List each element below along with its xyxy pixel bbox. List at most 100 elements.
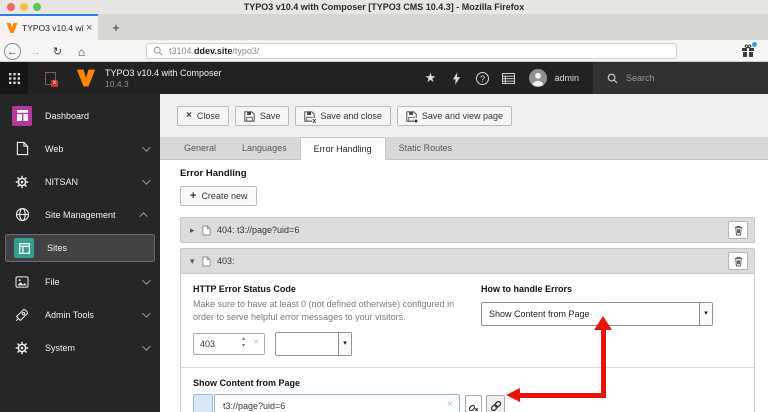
trash-icon: [734, 225, 742, 235]
typo3-topbar: x TYPO3 v10.4 with Composer 10.4.3 ★ ? a…: [0, 62, 768, 94]
question-glyph: ?: [475, 71, 489, 85]
module-content: × Close Save x Save and close ● Save and…: [160, 94, 768, 412]
sidebar-item-label: Sites: [47, 243, 68, 253]
search-icon: [153, 46, 163, 56]
extension-gift-icon[interactable]: [741, 42, 757, 59]
broken-image-badge: x: [51, 79, 58, 87]
url-domain: ddev.site: [194, 46, 233, 56]
page-icon: [202, 225, 211, 235]
clear-field-icon[interactable]: ×: [253, 337, 259, 349]
image-icon: [12, 272, 32, 292]
field-label: HTTP Error Status Code: [193, 284, 296, 294]
bookmark-star-icon[interactable]: ★: [417, 70, 443, 86]
list-module-icon[interactable]: [495, 72, 521, 84]
browser-navbar: ← → ↻ ⌂ t3104.ddev.site/typo3/: [0, 40, 768, 62]
site-version: 10.4.3: [105, 78, 129, 89]
field-help-text: Make sure to have at least 0 (not define…: [193, 299, 455, 322]
chevron-down-icon: [142, 142, 151, 152]
error-panel-403: ▾ 403: HTTP Error Status Code Make sure …: [180, 248, 755, 412]
tab-close-icon[interactable]: ×: [86, 23, 92, 34]
topbar-search[interactable]: [593, 62, 768, 94]
document-icon: [12, 139, 32, 159]
chevron-down-icon: [142, 275, 151, 285]
spinner-up-icon[interactable]: ▴: [242, 336, 245, 343]
docheader: × Close Save x Save and close ● Save and…: [160, 94, 768, 137]
typo3-site-title: TYPO3 v10.4 with Composer 10.4.3: [105, 68, 222, 89]
handle-errors-field: How to handle Errors Show Content from P…: [481, 284, 721, 356]
panel-title: 403:: [217, 256, 235, 266]
sidebar-item-label: NITSAN: [45, 176, 79, 187]
sidebar-item-system[interactable]: System: [0, 331, 160, 364]
grid-icon: [8, 72, 20, 84]
home-icon[interactable]: ⌂: [73, 43, 90, 60]
select-arrow-icon: ▾: [699, 303, 712, 325]
caret-down-icon[interactable]: ▾: [190, 256, 202, 267]
username-label: admin: [554, 73, 579, 83]
trash-icon: [734, 256, 742, 266]
create-new-button[interactable]: + Create new: [180, 186, 258, 206]
site-name: TYPO3 v10.4 with Composer: [105, 67, 222, 78]
button-label: Save: [259, 111, 281, 121]
chevron-down-icon: [142, 341, 151, 351]
browser-tab[interactable]: TYPO3 v10.4 with Composer ×: [0, 14, 98, 40]
back-icon[interactable]: ←: [4, 43, 21, 60]
number-spinner[interactable]: ▴ ▾: [242, 336, 245, 350]
tab-error-handling[interactable]: Error Handling: [299, 137, 386, 160]
link-input[interactable]: [214, 394, 460, 412]
sidebar-item-sites[interactable]: Sites: [5, 234, 155, 262]
url-bar[interactable]: t3104.ddev.site/typo3/: [146, 43, 677, 59]
sidebar-item-dashboard[interactable]: Dashboard: [0, 99, 160, 132]
save-button[interactable]: Save: [234, 106, 290, 126]
search-input[interactable]: [626, 73, 746, 83]
chevron-down-icon: [142, 175, 151, 185]
page-icon: [202, 256, 211, 266]
clear-field-icon[interactable]: ×: [447, 399, 453, 410]
tab-title: TYPO3 v10.4 with Composer: [22, 23, 84, 33]
delete-404-button[interactable]: [728, 221, 748, 239]
sidebar-item-web[interactable]: Web: [0, 132, 160, 165]
forward-icon[interactable]: →: [27, 43, 44, 60]
clear-cache-bolt-icon[interactable]: [443, 71, 469, 85]
select-arrow-icon: ▾: [338, 333, 351, 355]
unlink-button[interactable]: [465, 395, 482, 412]
gear-icon: [12, 338, 32, 358]
window-title: TYPO3 v10.4 with Composer [TYPO3 CMS 10.…: [243, 2, 525, 12]
tab-general[interactable]: General: [171, 137, 229, 159]
link-browser-button[interactable]: [486, 395, 505, 412]
button-label: Create new: [201, 191, 248, 201]
status-code-input-wrap: ▴▾ ×: [193, 333, 265, 355]
user-menu[interactable]: admin: [529, 69, 579, 87]
tab-static-routes[interactable]: Static Routes: [386, 137, 466, 159]
sidebar-item-nitsan[interactable]: NITSAN: [0, 165, 160, 198]
globe-icon: [12, 205, 32, 225]
spinner-down-icon[interactable]: ▾: [242, 343, 245, 350]
sites-icon: [14, 238, 34, 258]
status-code-select[interactable]: ▾: [275, 332, 352, 356]
sidebar-item-admin-tools[interactable]: Admin Tools: [0, 298, 160, 331]
delete-403-button[interactable]: [728, 252, 748, 270]
button-label: Close: [196, 111, 220, 121]
sidebar-item-file[interactable]: File: [0, 265, 160, 298]
avatar: [529, 69, 548, 87]
reload-icon[interactable]: ↻: [49, 43, 66, 60]
save-and-close-button[interactable]: x Save and close: [295, 106, 391, 126]
select-value: Show Content from Page: [489, 309, 590, 319]
window-titlebar: TYPO3 v10.4 with Composer [TYPO3 CMS 10.…: [0, 0, 768, 14]
handle-errors-select[interactable]: Show Content from Page ▾: [481, 302, 713, 326]
tab-languages[interactable]: Languages: [229, 137, 300, 159]
new-tab-button[interactable]: +: [104, 16, 128, 40]
close-button[interactable]: × Close: [177, 106, 229, 126]
search-icon: [607, 73, 618, 84]
link-input-wrap: ×: [214, 394, 460, 412]
caret-right-icon[interactable]: ▸: [190, 225, 202, 236]
help-icon[interactable]: ?: [469, 71, 495, 85]
module-menu-toggle-button[interactable]: [0, 62, 28, 94]
save-and-view-page-button[interactable]: ● Save and view page: [396, 106, 512, 126]
x-badge: x: [312, 118, 317, 125]
panel-body-403: HTTP Error Status Code Make sure to have…: [181, 273, 754, 412]
plus-icon: +: [190, 190, 197, 202]
panel-header-403[interactable]: ▾ 403:: [181, 249, 754, 273]
panel-header-404[interactable]: ▸ 404: t3://page?uid=6: [181, 218, 754, 242]
sidebar-item-site-management[interactable]: Site Management: [0, 198, 160, 231]
sidebar-item-label: System: [45, 342, 76, 353]
